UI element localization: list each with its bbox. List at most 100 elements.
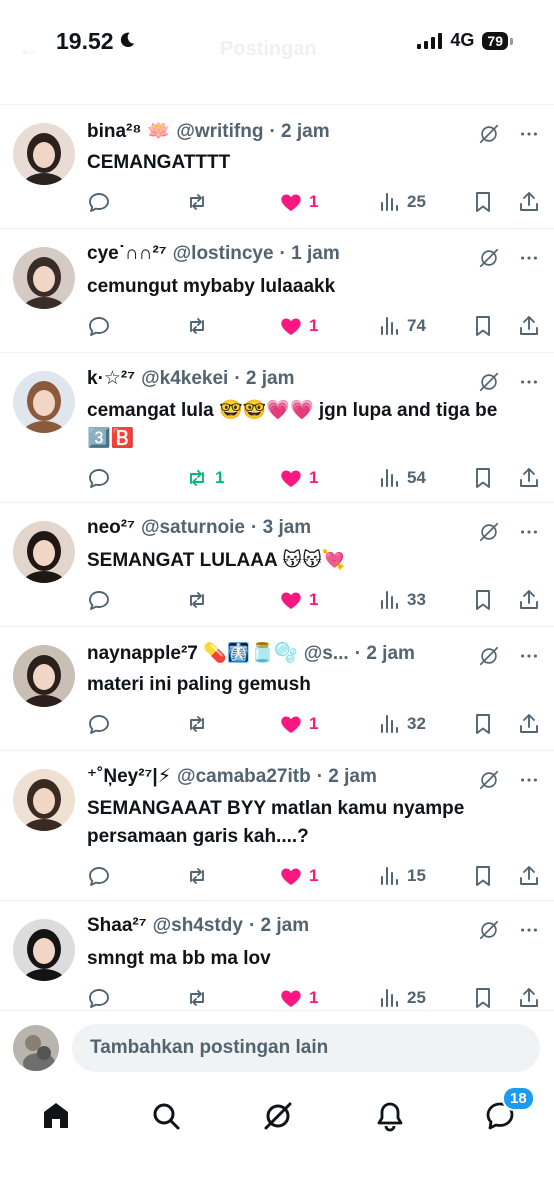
more-icon[interactable]	[518, 123, 540, 145]
reply-icon	[87, 190, 111, 214]
grok-icon[interactable]	[478, 919, 500, 941]
like-button[interactable]: 1	[279, 712, 318, 736]
list-item[interactable]: Shaa²⁷ @sh4stdy · 2 jam smngt ma bb ma lov 1…	[0, 901, 554, 1011]
grok-icon[interactable]	[478, 645, 500, 667]
list-item[interactable]: naynapple²7 💊🩻🫙🫧 @s... · 2 jam materi ini p…	[0, 627, 554, 751]
views-button[interactable]: 32	[377, 712, 426, 736]
avatar[interactable]	[13, 371, 75, 433]
grok-icon[interactable]	[478, 247, 500, 269]
grok-icon[interactable]	[478, 521, 500, 543]
repost-button[interactable]	[185, 864, 215, 888]
share-button[interactable]	[517, 190, 541, 214]
avatar[interactable]	[13, 1025, 59, 1071]
author-name[interactable]: neo²⁷	[87, 517, 135, 539]
more-icon[interactable]	[518, 247, 540, 269]
like-button[interactable]: 1	[279, 588, 318, 612]
more-icon[interactable]	[518, 769, 540, 791]
list-item[interactable]: ⁺˚Ņey²⁷|⚡ @camaba27itb · 2 jam SEMANGAAAT B…	[0, 751, 554, 901]
share-button[interactable]	[517, 864, 541, 888]
avatar[interactable]	[13, 645, 75, 707]
reply-button[interactable]	[87, 864, 111, 888]
back-arrow-icon[interactable]: ←	[18, 36, 40, 62]
reply-button[interactable]	[87, 712, 111, 736]
like-button[interactable]: 1	[279, 986, 318, 1010]
reply-button[interactable]	[87, 986, 111, 1010]
bookmark-button[interactable]	[471, 864, 495, 888]
reply-button[interactable]	[87, 190, 111, 214]
more-icon[interactable]	[518, 371, 540, 393]
reply-button[interactable]	[87, 588, 111, 612]
bookmark-button[interactable]	[471, 466, 495, 490]
more-icon[interactable]	[518, 919, 540, 941]
like-button[interactable]: 1	[279, 466, 318, 490]
repost-icon	[185, 986, 209, 1010]
more-icon[interactable]	[518, 645, 540, 667]
list-item[interactable]: neo²⁷ @saturnoie · 3 jam SEMANGAT LULAAA 😽😽…	[0, 503, 554, 627]
views-button[interactable]: 25	[377, 190, 426, 214]
list-item[interactable]: bina²⁸ 🪷 @writifng · 2 jam CEMANGATTTT 1 25	[0, 105, 554, 229]
heart-icon	[279, 466, 303, 490]
author-name[interactable]: naynapple²7 💊🩻🫙🫧	[87, 641, 298, 665]
messages-icon[interactable]: 18	[484, 1086, 535, 1132]
author-handle[interactable]: @saturnoie	[141, 517, 245, 539]
views-button[interactable]: 33	[377, 588, 426, 612]
views-button[interactable]: 54	[377, 466, 426, 490]
author-handle[interactable]: @s...	[304, 643, 349, 665]
share-button[interactable]	[517, 712, 541, 736]
author-name[interactable]: bina²⁸ 🪷	[87, 119, 170, 143]
repost-button[interactable]	[185, 588, 215, 612]
grok-icon[interactable]	[478, 769, 500, 791]
list-item[interactable]: k·☆²⁷ @k4kekei · 2 jam cemangat lula 🤓🤓💗💗 j…	[0, 353, 554, 503]
author-name[interactable]: ⁺˚Ņey²⁷|⚡	[87, 765, 171, 788]
author-handle[interactable]: @writifng	[176, 121, 263, 143]
share-button[interactable]	[517, 986, 541, 1010]
repost-button[interactable]	[185, 712, 215, 736]
share-button[interactable]	[517, 314, 541, 338]
repost-button[interactable]	[185, 986, 215, 1010]
grok-icon[interactable]	[262, 1100, 294, 1132]
compose-input[interactable]: Tambahkan postingan lain	[72, 1024, 540, 1072]
reply-button[interactable]	[87, 314, 111, 338]
like-button[interactable]: 1	[279, 190, 318, 214]
avatar[interactable]	[13, 123, 75, 185]
grok-icon[interactable]	[478, 123, 500, 145]
bookmark-button[interactable]	[471, 314, 495, 338]
bookmark-button[interactable]	[471, 986, 495, 1010]
share-button[interactable]	[517, 588, 541, 612]
author-name[interactable]: k·☆²⁷	[87, 367, 135, 390]
reply-button[interactable]	[87, 466, 111, 490]
post-header: cye˙∩∩²⁷ @lostincye · 1 jam	[87, 243, 538, 269]
views-button[interactable]: 15	[377, 864, 426, 888]
search-icon[interactable]	[150, 1100, 182, 1132]
bottom-tab-bar: 18	[0, 1082, 554, 1162]
author-name[interactable]: cye˙∩∩²⁷	[87, 243, 167, 265]
author-handle[interactable]: @camaba27itb	[177, 766, 311, 788]
bookmark-button[interactable]	[471, 712, 495, 736]
grok-icon[interactable]	[478, 371, 500, 393]
replies-feed[interactable]: bina²⁸ 🪷 @writifng · 2 jam CEMANGATTTT 1 25 cy…	[0, 104, 554, 1011]
author-handle[interactable]: @sh4stdy	[153, 915, 243, 937]
avatar[interactable]	[13, 247, 75, 309]
repost-button[interactable]	[185, 190, 215, 214]
avatar[interactable]	[13, 769, 75, 831]
author-name[interactable]: Shaa²⁷	[87, 915, 147, 937]
views-button[interactable]: 25	[377, 986, 426, 1010]
like-button[interactable]: 1	[279, 864, 318, 888]
bookmark-button[interactable]	[471, 190, 495, 214]
avatar[interactable]	[13, 521, 75, 583]
share-icon	[517, 314, 541, 338]
views-button[interactable]: 74	[377, 314, 426, 338]
avatar[interactable]	[13, 919, 75, 981]
notifications-icon[interactable]	[374, 1100, 406, 1132]
bookmark-button[interactable]	[471, 588, 495, 612]
author-handle[interactable]: @k4kekei	[141, 368, 228, 390]
more-icon[interactable]	[518, 521, 540, 543]
share-button[interactable]	[517, 466, 541, 490]
repost-button[interactable]	[185, 314, 215, 338]
list-item[interactable]: cye˙∩∩²⁷ @lostincye · 1 jam cemungut mybaby…	[0, 229, 554, 353]
repost-button[interactable]: 1	[185, 466, 224, 490]
home-icon[interactable]	[40, 1100, 72, 1132]
views-count: 15	[407, 866, 426, 885]
author-handle[interactable]: @lostincye	[173, 243, 274, 265]
like-button[interactable]: 1	[279, 314, 318, 338]
